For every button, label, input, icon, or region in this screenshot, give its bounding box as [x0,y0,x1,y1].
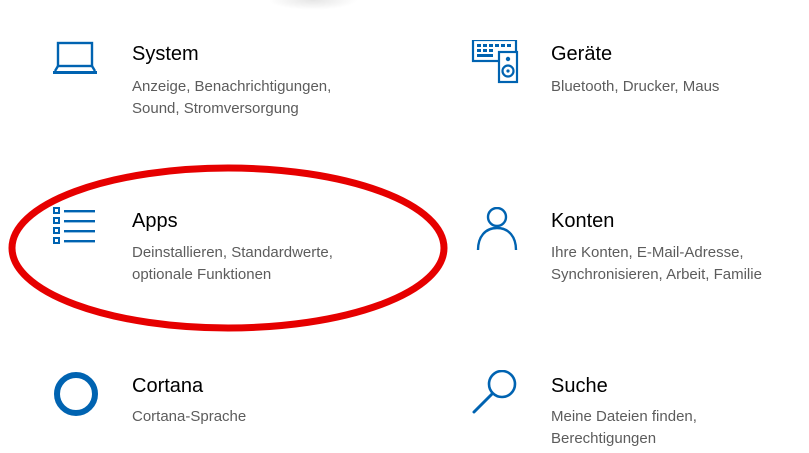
settings-tile-search[interactable]: Suche Meine Dateien finden, Berechtigung… [470,370,809,453]
settings-tile-cortana[interactable]: Cortana Cortana-Sprache [50,370,410,440]
tile-title: Geräte [551,43,613,65]
tile-description: Bluetooth, Drucker, Maus [551,78,720,95]
cortana-ring-icon [50,370,102,422]
search-icon [470,370,522,422]
settings-tile-system[interactable]: System Anzeige, Benachrichtigungen, Soun… [50,40,410,130]
devices-icon [470,40,522,92]
top-edge-shadow [268,0,358,10]
tile-description: Deinstallieren, Standardwerte, optionale… [132,244,333,283]
tile-description: Cortana-Sprache [132,408,247,425]
tile-description: Ihre Konten, E-Mail-Adresse, Synchronisi… [551,244,762,283]
laptop-icon [50,40,102,92]
tile-description: Anzeige, Benachrichtigungen, Sound, Stro… [132,78,332,117]
apps-list-icon [50,207,102,259]
tile-title: Suche [551,375,608,397]
tile-description: Meine Dateien finden, Berechtigungen [551,408,697,447]
settings-tile-accounts[interactable]: Konten Ihre Konten, E-Mail-Adresse, Sync… [470,207,809,297]
tile-title: Konten [551,210,615,232]
settings-tile-devices[interactable]: Geräte Bluetooth, Drucker, Maus [470,40,809,110]
tile-title: Apps [132,210,178,232]
tile-title: System [132,43,199,65]
person-icon [470,207,522,259]
settings-tile-apps[interactable]: Apps Deinstallieren, Standardwerte, opti… [50,207,410,297]
tile-title: Cortana [132,375,204,397]
